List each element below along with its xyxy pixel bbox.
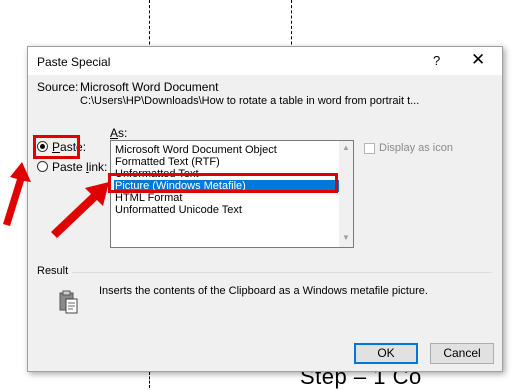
result-text: Inserts the contents of the Clipboard as… bbox=[99, 285, 428, 297]
paste-link-radio[interactable] bbox=[37, 161, 48, 172]
format-listbox[interactable]: Microsoft Word Document Object Formatted… bbox=[110, 140, 354, 248]
display-as-icon-label: Display as icon bbox=[379, 142, 453, 154]
display-as-icon-checkbox[interactable] bbox=[364, 143, 375, 154]
result-divider bbox=[72, 272, 492, 273]
page-border-line bbox=[149, 372, 150, 388]
source-path: C:\Users\HP\Downloads\How to rotate a ta… bbox=[80, 95, 420, 107]
result-label: Result bbox=[37, 265, 69, 277]
list-item[interactable]: Microsoft Word Document Object bbox=[114, 144, 340, 156]
list-item[interactable]: Unformatted Unicode Text bbox=[114, 204, 340, 216]
scroll-up-icon[interactable]: ▲ bbox=[342, 143, 350, 152]
close-button[interactable]: ✕ bbox=[471, 50, 485, 70]
scroll-down-icon[interactable]: ▼ bbox=[342, 233, 350, 242]
selection-highlight-box bbox=[108, 173, 338, 193]
cancel-button[interactable]: Cancel bbox=[430, 343, 494, 364]
list-item[interactable]: Formatted Text (RTF) bbox=[114, 156, 340, 168]
as-label: As: bbox=[110, 126, 128, 140]
title-bar: Paste Special ? ✕ bbox=[28, 47, 502, 75]
ok-button[interactable]: OK bbox=[354, 343, 418, 364]
source-name: Microsoft Word Document bbox=[80, 80, 219, 94]
paste-link-label[interactable]: Paste link: bbox=[52, 160, 107, 174]
list-item[interactable]: HTML Format bbox=[114, 192, 340, 204]
dialog-title: Paste Special bbox=[37, 55, 111, 69]
arrow-icon bbox=[3, 162, 31, 226]
help-button[interactable]: ? bbox=[433, 53, 440, 68]
paste-highlight-box bbox=[33, 135, 80, 159]
source-label: Source: bbox=[37, 80, 79, 94]
clipboard-icon bbox=[59, 290, 78, 314]
arrow-icon bbox=[51, 182, 109, 238]
scrollbar[interactable]: ▲ ▼ bbox=[339, 141, 353, 247]
